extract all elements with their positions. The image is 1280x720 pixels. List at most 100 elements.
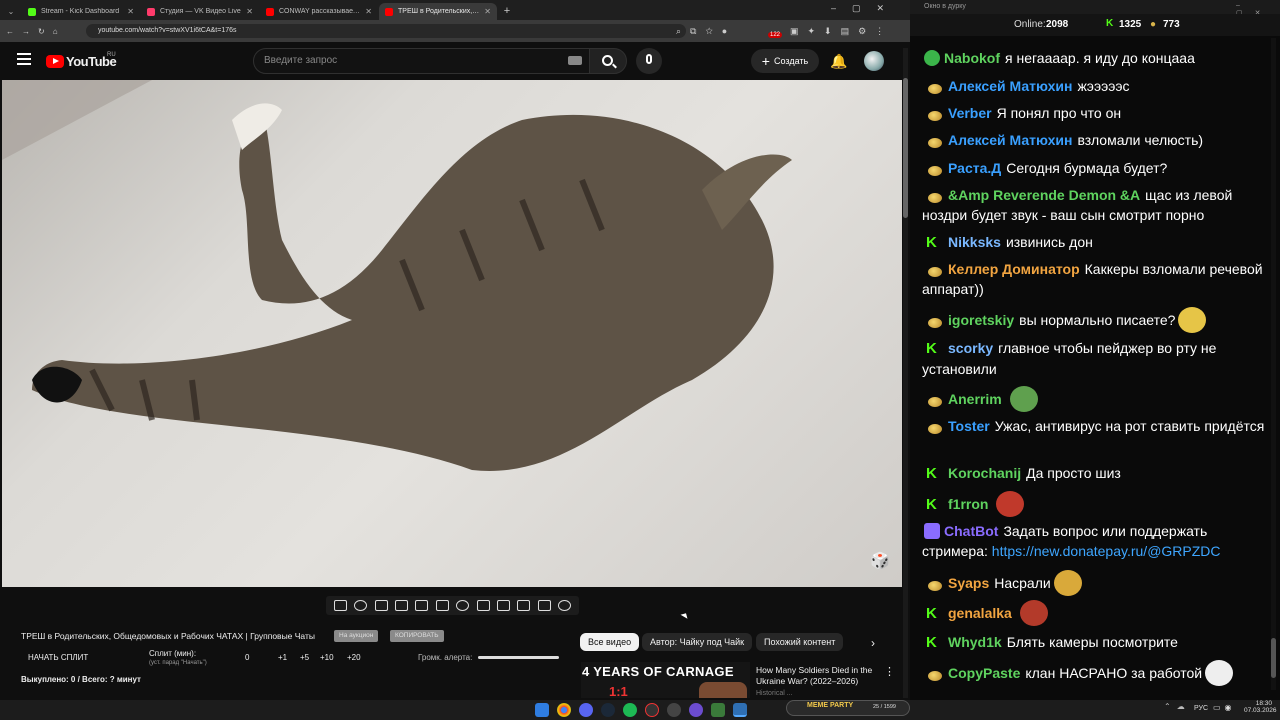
- step-plus-5[interactable]: +5: [300, 653, 309, 662]
- gear-icon[interactable]: [558, 600, 572, 611]
- chat-nick[interactable]: Алексей Матюхин: [948, 78, 1072, 94]
- close-tab-icon[interactable]: ✕: [484, 7, 491, 16]
- chevron-right-icon[interactable]: ›: [871, 636, 875, 650]
- chat-nick[interactable]: genalalka: [948, 605, 1012, 621]
- broadcast-icon[interactable]: [354, 600, 368, 611]
- emote-icon: [1019, 600, 1048, 626]
- speed-icon[interactable]: [456, 600, 470, 611]
- flask-icon[interactable]: [537, 600, 551, 611]
- platform-badge-icon: [928, 193, 942, 203]
- related-channel[interactable]: Historical ...: [756, 690, 793, 697]
- chat-nick[interactable]: Korochanij: [948, 465, 1021, 481]
- chat-nick[interactable]: ChatBot: [944, 523, 998, 539]
- system-icons[interactable]: ▭◉: [1213, 703, 1236, 712]
- related-video-title[interactable]: How Many Soldiers Died in the Ukraine Wa…: [756, 665, 878, 687]
- discord-icon[interactable]: [579, 703, 593, 717]
- toolbar-icons[interactable]: ⌕⧉☆●: [676, 26, 736, 37]
- step-plus-10[interactable]: +10: [320, 653, 334, 662]
- extension-controls-bar: [326, 596, 579, 615]
- music-widget[interactable]: MEME PARTY 25 / 1599: [786, 700, 910, 716]
- more-icon[interactable]: ⋮: [884, 665, 895, 678]
- chat-nick[interactable]: Toster: [948, 418, 990, 434]
- app2-icon[interactable]: [689, 703, 703, 717]
- copy-button[interactable]: КОПИРОВАТЬ: [390, 630, 444, 642]
- split-value[interactable]: 0: [245, 653, 249, 662]
- mic-button[interactable]: [636, 48, 662, 74]
- crop-icon[interactable]: [496, 600, 510, 611]
- app-icon[interactable]: [667, 703, 681, 717]
- volume-slider[interactable]: [478, 656, 559, 659]
- app4-icon[interactable]: [733, 703, 747, 717]
- new-tab-button[interactable]: +: [498, 3, 516, 20]
- tab-vk-studio[interactable]: Студия — VK Видео Live ✕: [141, 3, 259, 20]
- keyboard-icon[interactable]: [568, 56, 582, 65]
- thumb-text: 4 YEARS OF CARNAGE: [582, 664, 734, 679]
- obs-icon[interactable]: [645, 703, 659, 717]
- app3-icon[interactable]: [711, 703, 725, 717]
- live-icon[interactable]: [374, 600, 388, 611]
- related-thumbnail[interactable]: 4 YEARS OF CARNAGE 1:1: [581, 662, 750, 698]
- list-icon[interactable]: [435, 600, 449, 611]
- chip-all-videos[interactable]: Все видео: [580, 633, 640, 651]
- chat-nick[interactable]: Алексей Матюхин: [948, 132, 1072, 148]
- chat-nick[interactable]: f1rron: [948, 496, 988, 512]
- avatar[interactable]: [864, 51, 884, 71]
- language-indicator[interactable]: РУС: [1194, 705, 1208, 712]
- chat-nick[interactable]: CopyPaste: [948, 665, 1020, 681]
- close-tab-icon[interactable]: ✕: [365, 7, 372, 16]
- page-scrollbar[interactable]: [903, 48, 908, 698]
- close-tab-icon[interactable]: ✕: [246, 7, 253, 16]
- create-button[interactable]: + Создать: [751, 49, 819, 73]
- step-plus-20[interactable]: +20: [347, 653, 361, 662]
- kick-badge-icon: K: [926, 234, 937, 251]
- chat-nick[interactable]: Келлер Доминатор: [948, 261, 1080, 277]
- spotify-icon[interactable]: [623, 703, 637, 717]
- reload-icon[interactable]: ↻: [38, 27, 45, 36]
- add-icon[interactable]: [476, 600, 490, 611]
- chrome-icon[interactable]: [557, 703, 571, 717]
- film-icon[interactable]: [394, 600, 408, 611]
- camera-icon[interactable]: [517, 600, 531, 611]
- tab-active-video[interactable]: ТРЕШ в Родительских, Об ✕: [379, 3, 497, 20]
- tray-icons[interactable]: ⌃☁: [1164, 702, 1191, 711]
- step-plus-1[interactable]: +1: [278, 653, 287, 662]
- close-tab-icon[interactable]: ✕: [127, 7, 134, 16]
- chat-nick[interactable]: scorky: [948, 340, 993, 356]
- chat-nick[interactable]: Whyd1k: [948, 634, 1002, 650]
- chat-nick[interactable]: igoretskiy: [948, 312, 1014, 328]
- notifications-bell-icon[interactable]: 🔔: [830, 53, 847, 70]
- chat-link[interactable]: https://new.donatepay.ru/@GRPZDC: [988, 543, 1221, 559]
- video-player[interactable]: 🎲: [2, 80, 902, 587]
- forward-icon[interactable]: →: [22, 27, 30, 36]
- chat-nick[interactable]: Nikksks: [948, 234, 1001, 250]
- auction-button[interactable]: На аукцион: [334, 630, 379, 642]
- youtube-logo-icon[interactable]: [46, 55, 64, 68]
- clock[interactable]: 18:30 07.03.2026: [1244, 700, 1277, 714]
- chat-nick[interactable]: Anerrim: [948, 391, 1002, 407]
- chip-author[interactable]: Автор: Чайку под Чайк: [642, 633, 753, 651]
- chat-nick[interactable]: Nabokof: [944, 50, 1000, 66]
- split-label: Сплит (мин):: [149, 649, 197, 658]
- chip-similar[interactable]: Похожий контент: [756, 633, 844, 651]
- chat-nick[interactable]: Verber: [948, 105, 992, 121]
- address-bar[interactable]: youtube.com/watch?v=stwXV1i6tCA&t=176s: [86, 24, 686, 38]
- search-button[interactable]: [589, 48, 627, 74]
- extension-icons[interactable]: ▣✦⬇▤⚙⋮: [790, 26, 893, 37]
- search-input[interactable]: Введите запрос: [253, 48, 590, 74]
- tab-conway[interactable]: CONWAY рассказывает как по ✕: [260, 3, 378, 20]
- chat-scrollbar[interactable]: [1271, 38, 1276, 690]
- chat-nick[interactable]: Syaps: [948, 575, 989, 591]
- home-icon[interactable]: ⌂: [53, 27, 58, 36]
- window-controls[interactable]: –▢✕: [831, 3, 900, 14]
- tab-kick-dashboard[interactable]: Stream - Kick Dashboard ✕: [22, 3, 140, 20]
- menu-icon[interactable]: [17, 53, 31, 65]
- tab-search-icon[interactable]: ⌄: [0, 3, 22, 20]
- chat-nick[interactable]: Раста.Д: [948, 160, 1001, 176]
- back-icon[interactable]: ←: [6, 27, 14, 36]
- start-split-button[interactable]: НАЧАТЬ СПЛИТ: [28, 653, 88, 662]
- loop-icon[interactable]: [333, 600, 347, 611]
- pip-icon[interactable]: [415, 600, 429, 611]
- steam-icon[interactable]: [601, 703, 615, 717]
- start-icon[interactable]: [535, 703, 549, 717]
- chat-nick[interactable]: &Amp Reverende Demon &A: [948, 187, 1140, 203]
